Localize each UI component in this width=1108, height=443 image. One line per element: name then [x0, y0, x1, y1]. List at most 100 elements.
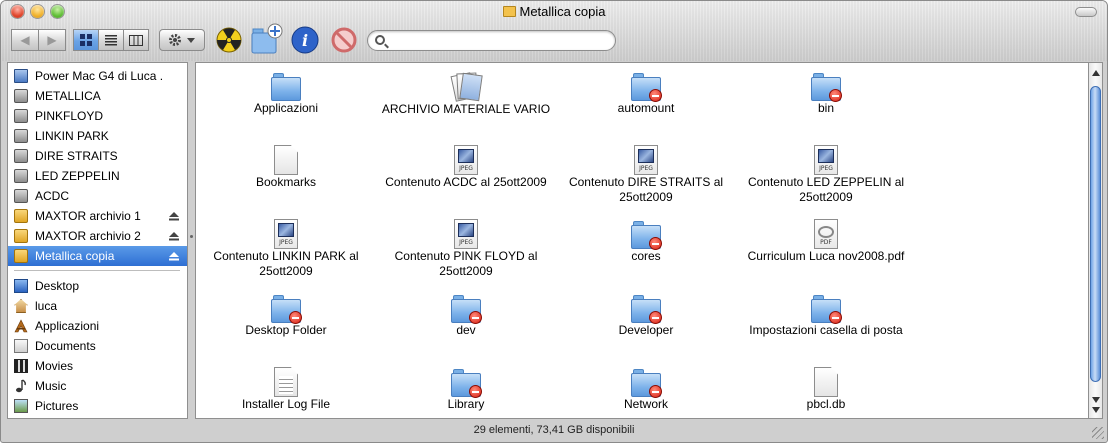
- file-item-cores[interactable]: cores: [556, 217, 736, 264]
- new-folder-icon[interactable]: [251, 23, 283, 55]
- file-item-developer[interactable]: Developer: [556, 291, 736, 338]
- jpeg-icon: JPEG: [454, 219, 478, 249]
- jpeg-tag: JPEG: [459, 165, 473, 172]
- list-view-button[interactable]: [98, 29, 124, 51]
- file-item-contenuto-linkin-park[interactable]: JPEG Contenuto LINKIN PARK al 25ott2009: [196, 217, 376, 279]
- desktop-icon: [14, 279, 28, 293]
- sidebar-item-label: Metallica copia: [35, 249, 115, 263]
- file-item-library[interactable]: Library: [376, 365, 556, 412]
- file-item-dev[interactable]: dev: [376, 291, 556, 338]
- sidebar-item-dire-straits[interactable]: DIRE STRAITS: [8, 146, 187, 166]
- pdf-tag: PDF: [820, 239, 832, 246]
- restricted-folder-icon: [811, 71, 842, 102]
- icon-view-button[interactable]: [73, 29, 99, 51]
- restricted-folder-icon: [631, 293, 662, 324]
- sidebar-item-metallica[interactable]: METALLICA: [8, 86, 187, 106]
- file-item-impostazioni[interactable]: Impostazioni casella di posta: [736, 291, 916, 338]
- sidebar-item-label: Movies: [35, 359, 74, 373]
- file-label: Impostazioni casella di posta: [749, 323, 903, 337]
- column-view-button[interactable]: [123, 29, 149, 51]
- sidebar-item-label: MAXTOR archivio 1: [35, 209, 141, 223]
- disk-icon: [14, 89, 28, 103]
- sidebar-item-movies[interactable]: Movies: [8, 356, 187, 376]
- sidebar: Power Mac G4 di Luca . METALLICA PINKFLO…: [7, 62, 188, 419]
- eject-icon[interactable]: [169, 231, 179, 241]
- file-item-automount[interactable]: automount: [556, 69, 736, 116]
- info-icon[interactable]: i: [291, 26, 319, 54]
- forward-arrow-icon: ▶: [47, 33, 57, 47]
- vertical-scrollbar[interactable]: [1088, 62, 1103, 419]
- sidebar-item-applications[interactable]: Applicazioni: [8, 316, 187, 336]
- file-label: Bookmarks: [255, 175, 317, 189]
- sidebar-item-home[interactable]: luca: [8, 296, 187, 316]
- sidebar-splitter[interactable]: [188, 62, 195, 419]
- home-icon: [14, 299, 28, 313]
- file-label: pbcl.db: [806, 397, 846, 411]
- search-icon: [375, 35, 385, 45]
- disk-icon: [14, 149, 28, 163]
- eject-icon[interactable]: [169, 211, 179, 221]
- sidebar-item-linkin-park[interactable]: LINKIN PARK: [8, 126, 187, 146]
- eject-icon[interactable]: [169, 251, 179, 261]
- file-item-bin[interactable]: bin: [736, 69, 916, 116]
- sidebar-item-maxtor-1[interactable]: MAXTOR archivio 1: [8, 206, 187, 226]
- file-label: dev: [456, 323, 476, 337]
- file-item-pbcl-db[interactable]: pbcl.db: [736, 365, 916, 412]
- file-item-desktop-folder[interactable]: Desktop Folder: [196, 291, 376, 338]
- search-field[interactable]: [367, 30, 616, 51]
- scrollbar-thumb[interactable]: [1090, 86, 1101, 382]
- restricted-folder-icon: [631, 219, 662, 250]
- file-label: Library: [447, 397, 485, 411]
- jpeg-icon: JPEG: [814, 145, 838, 175]
- jpeg-icon: JPEG: [634, 145, 658, 175]
- file-item-contenuto-pink-floyd[interactable]: JPEG Contenuto PINK FLOYD al 25ott2009: [376, 217, 556, 279]
- toolbar-toggle-button[interactable]: [1075, 7, 1097, 17]
- restricted-folder-icon: [451, 367, 482, 398]
- finder-window: Metallica copia ◀ ▶ i Power Mac G4 di Lu…: [0, 0, 1108, 443]
- file-label: Network: [623, 397, 668, 411]
- restricted-folder-icon: [271, 293, 302, 324]
- sidebar-item-desktop[interactable]: Desktop: [8, 276, 187, 296]
- file-label: cores: [631, 249, 661, 263]
- file-label: ARCHIVIO MATERIALE VARIO: [381, 102, 551, 116]
- restricted-folder-icon: [631, 71, 662, 102]
- file-item-curriculum-pdf[interactable]: PDF Curriculum Luca nov2008.pdf: [736, 217, 916, 264]
- file-item-contenuto-acdc[interactable]: JPEG Contenuto ACDC al 25ott2009: [376, 143, 556, 190]
- file-item-applicazioni[interactable]: Applicazioni: [196, 69, 376, 116]
- sidebar-item-maxtor-2[interactable]: MAXTOR archivio 2: [8, 226, 187, 246]
- status-text: 29 elementi, 73,41 GB disponibili: [473, 424, 635, 436]
- jpeg-icon: JPEG: [454, 145, 478, 175]
- document-stack-icon: [449, 70, 483, 102]
- scroll-down-arrow-icon[interactable]: [1092, 407, 1100, 413]
- burn-icon[interactable]: [215, 26, 243, 54]
- forward-button[interactable]: ▶: [38, 29, 66, 51]
- sidebar-item-music[interactable]: Music: [8, 376, 187, 396]
- sidebar-item-acdc[interactable]: ACDC: [8, 186, 187, 206]
- file-label: Curriculum Luca nov2008.pdf: [747, 249, 905, 263]
- delete-icon[interactable]: [330, 26, 358, 54]
- documents-icon: [14, 339, 28, 353]
- scroll-down-arrow-icon[interactable]: [1092, 397, 1100, 403]
- file-item-bookmarks[interactable]: Bookmarks: [196, 143, 376, 190]
- sidebar-item-pictures[interactable]: Pictures: [8, 396, 187, 416]
- sidebar-item-label: Documents: [35, 339, 96, 353]
- back-button[interactable]: ◀: [11, 29, 39, 51]
- sidebar-item-pinkfloyd[interactable]: PINKFLOYD: [8, 106, 187, 126]
- action-menu-button[interactable]: [159, 29, 205, 51]
- search-input[interactable]: [390, 33, 610, 48]
- sidebar-item-computer[interactable]: Power Mac G4 di Luca .: [8, 66, 187, 86]
- sidebar-item-metallica-copia[interactable]: Metallica copia: [8, 246, 187, 266]
- gear-icon: [169, 34, 195, 46]
- file-item-contenuto-dire-straits[interactable]: JPEG Contenuto DIRE STRAITS al 25ott2009: [556, 143, 736, 205]
- file-item-contenuto-led-zeppelin[interactable]: JPEG Contenuto LED ZEPPELIN al 25ott2009: [736, 143, 916, 205]
- file-item-archivio[interactable]: ARCHIVIO MATERIALE VARIO: [376, 69, 556, 117]
- file-item-network[interactable]: Network: [556, 365, 736, 412]
- sidebar-item-led-zeppelin[interactable]: LED ZEPPELIN: [8, 166, 187, 186]
- file-item-installer-log[interactable]: Installer Log File: [196, 365, 376, 412]
- scroll-up-arrow-icon[interactable]: [1092, 70, 1100, 76]
- file-label: Applicazioni: [253, 101, 319, 115]
- back-arrow-icon: ◀: [20, 33, 30, 47]
- sidebar-item-documents[interactable]: Documents: [8, 336, 187, 356]
- svg-text:i: i: [302, 31, 308, 50]
- resize-grip[interactable]: [1092, 427, 1104, 439]
